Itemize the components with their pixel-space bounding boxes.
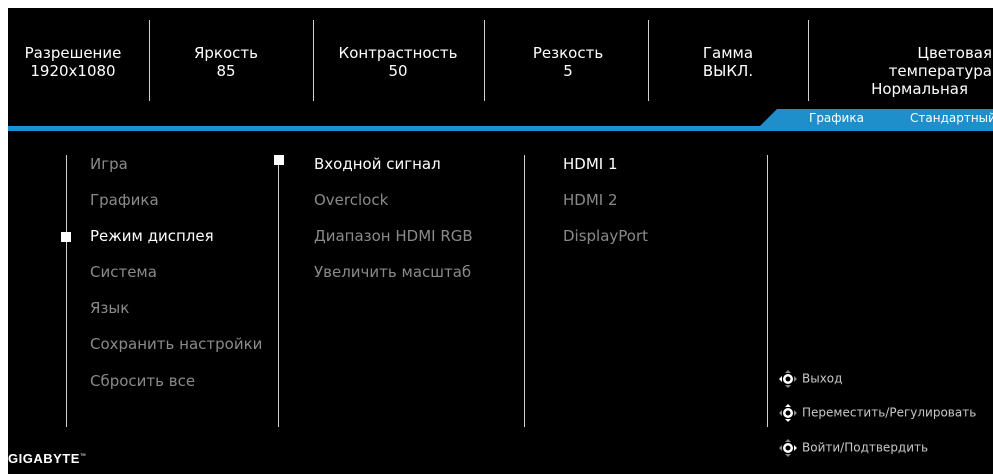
mode-tab-standard: Стандартный [910, 111, 993, 125]
hint-move-adjust: Переместить/Регулировать [778, 403, 976, 423]
divider [648, 20, 649, 101]
menu-item-game[interactable]: Игра [90, 155, 128, 173]
brand-logo: GIGABYTE™ [8, 451, 86, 466]
joystick-move-icon [778, 403, 798, 423]
option-hdmi-1[interactable]: HDMI 1 [563, 155, 618, 173]
stat-label: Яркость [193, 44, 258, 62]
hint-label: Переместить/Регулировать [802, 405, 977, 420]
stat-value: Нормальная [871, 80, 968, 98]
menu-item-system[interactable]: Система [90, 263, 157, 281]
joystick-left-icon [778, 369, 798, 389]
mode-tab-graphics: Графика [809, 111, 864, 125]
option-hdmi-2[interactable]: HDMI 2 [563, 191, 618, 209]
hint-label: Войти/Подтвердить [802, 440, 929, 455]
hint-exit: Выход [778, 369, 842, 389]
menu-item-reset-all[interactable]: Сбросить все [90, 372, 195, 390]
hint-label: Выход [802, 371, 843, 386]
stat-label: Гамма [702, 44, 754, 62]
menu-item-graphics[interactable]: Графика [90, 191, 159, 209]
column-divider [278, 155, 279, 427]
stat-value: 5 [563, 62, 573, 80]
osd-menu: Разрешение 1920x1080 Яркость 85 Контраст… [8, 8, 993, 474]
stat-value: 1920x1080 [30, 62, 116, 80]
column-divider [66, 155, 67, 427]
stat-label: Разрешение [24, 44, 122, 62]
accent-line [8, 126, 993, 131]
menu-item-language[interactable]: Язык [90, 299, 129, 317]
column-divider [524, 155, 525, 427]
stat-label: Резкость [532, 44, 604, 62]
menu-item-save-settings[interactable]: Сохранить настройки [90, 335, 262, 353]
divider [313, 20, 314, 101]
stat-label: Контрастность [338, 44, 458, 62]
menu-item-display-mode[interactable]: Режим дисплея [90, 227, 214, 245]
joystick-press-icon [778, 438, 798, 458]
status-bar: Разрешение 1920x1080 Яркость 85 Контраст… [8, 8, 993, 118]
stat-value: ВЫКЛ. [702, 62, 754, 80]
submenu-item-hdmi-rgb-range[interactable]: Диапазон HDMI RGB [314, 227, 473, 245]
stat-gamma: Гамма ВЫКЛ. [688, 44, 768, 80]
stat-contrast: Контрастность 50 [323, 44, 473, 80]
stat-value: 85 [216, 62, 236, 80]
submenu-item-zoom[interactable]: Увеличить масштаб [314, 263, 471, 281]
divider [484, 20, 485, 101]
column-divider [767, 155, 768, 427]
stat-resolution: Разрешение 1920x1080 [18, 44, 128, 80]
trademark-mark: ™ [79, 453, 87, 460]
stat-color-temperature: Цветовая температура Нормальная [814, 44, 992, 98]
option-displayport[interactable]: DisplayPort [563, 227, 648, 245]
submenu-item-input-signal[interactable]: Входной сигнал [314, 155, 441, 173]
submenu-item-overclock[interactable]: Overclock [314, 191, 388, 209]
divider [149, 20, 150, 101]
stat-brightness: Яркость 85 [176, 44, 276, 80]
stat-value: 50 [388, 62, 408, 80]
selection-marker [61, 232, 71, 242]
stat-label: Цветовая температура [888, 44, 992, 80]
divider [808, 20, 809, 101]
hint-enter-confirm: Войти/Подтвердить [778, 438, 928, 458]
brand-name: GIGABYTE [8, 451, 80, 466]
stat-sharpness: Резкость 5 [518, 44, 618, 80]
selection-marker [274, 155, 284, 165]
